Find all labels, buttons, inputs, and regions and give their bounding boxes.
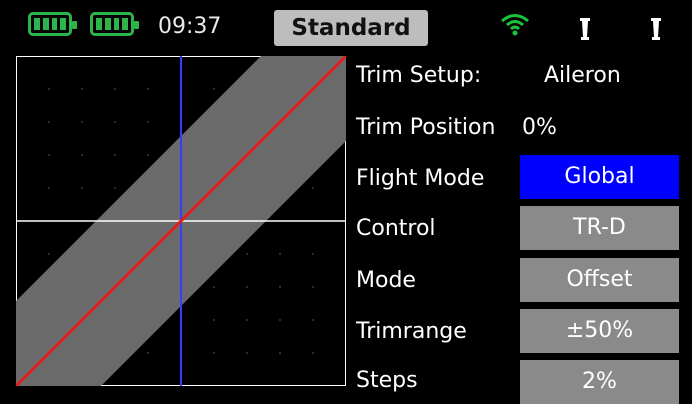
model-name-button[interactable]: Standard bbox=[274, 10, 428, 46]
trim-setup-value: Aileron bbox=[544, 63, 621, 88]
steps-label: Steps bbox=[356, 368, 418, 393]
status-bar: 09:37 Standard bbox=[0, 0, 692, 50]
trimrange-button[interactable]: ±50% bbox=[520, 309, 679, 353]
flight-mode-button[interactable]: Global bbox=[520, 155, 679, 199]
receiver-antenna-icon bbox=[651, 18, 661, 40]
trim-position-value: 0% bbox=[522, 115, 557, 140]
tx-battery-icon bbox=[28, 12, 77, 36]
clock: 09:37 bbox=[158, 14, 222, 39]
trimrange-label: Trimrange bbox=[356, 319, 467, 344]
wifi-signal-icon bbox=[501, 14, 529, 36]
mode-button[interactable]: Offset bbox=[520, 258, 679, 302]
control-label: Control bbox=[356, 216, 436, 241]
trim-position-label: Trim Position bbox=[356, 115, 496, 140]
telemetry-antenna-icon bbox=[580, 18, 590, 40]
steps-button[interactable]: 2% bbox=[520, 360, 679, 404]
trim-curve-graph bbox=[16, 56, 346, 386]
flight-mode-label: Flight Mode bbox=[356, 166, 485, 191]
control-button[interactable]: TR-D bbox=[520, 206, 679, 250]
rx-battery-icon bbox=[90, 12, 139, 36]
trim-setup-label: Trim Setup: bbox=[356, 63, 482, 88]
mode-label: Mode bbox=[356, 268, 416, 293]
